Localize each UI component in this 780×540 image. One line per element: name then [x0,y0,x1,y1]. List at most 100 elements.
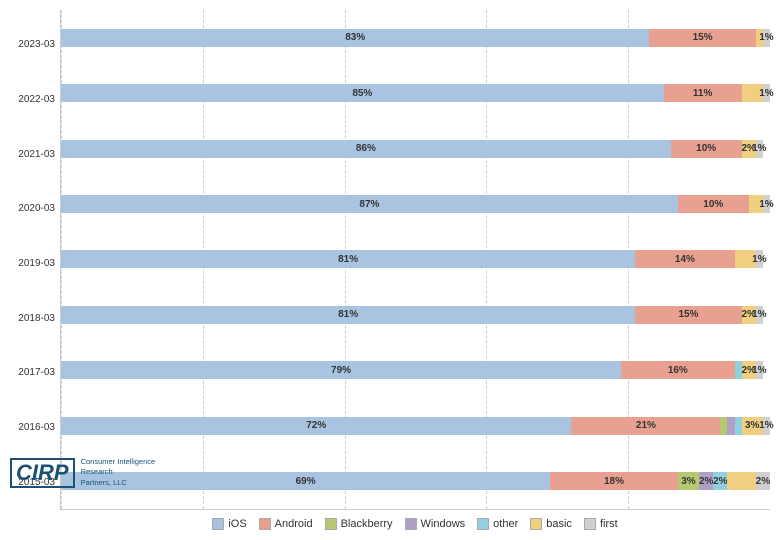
segment-first-2021-03: 1% [756,140,763,158]
seg-label-ios-2019-03: 81% [338,254,358,265]
bar-row-2021-03: 86%10%2%1% [61,138,770,160]
legend-swatch-other [477,518,489,530]
legend-label-ios: iOS [228,518,246,530]
chart-container: 2023-032022-032021-032020-032019-032018-… [0,0,780,540]
seg-label-android-2019-03: 14% [675,254,695,265]
bar-row-2018-03: 81%15%2%1% [61,304,770,326]
seg-label-windows-2015-03: 2% [699,476,713,487]
y-label-2021-03: 2021-03 [5,150,55,160]
segment-basic-2015-03 [727,472,755,490]
seg-label-android-2020-03: 10% [703,199,723,210]
y-label-2016-03: 2016-03 [5,423,55,433]
segment-first-2023-03: 1% [763,29,770,47]
legend-item-windows: Windows [405,518,466,530]
segment-first-2022-03: 1% [763,84,770,102]
legend-swatch-windows [405,518,417,530]
seg-label-ios-2020-03: 87% [359,199,379,210]
legend-label-other: other [493,518,518,530]
segment-windows-2016-03 [727,417,734,435]
segment-android-2017-03: 16% [621,361,734,379]
seg-label-first-2021-03: 1% [752,143,766,154]
segment-ios-2016-03: 72% [61,417,571,435]
legend-label-android: Android [275,518,313,530]
segment-first-2017-03: 1% [756,361,763,379]
seg-label-first-2020-03: 1% [759,199,773,210]
bar-row-2019-03: 81% 14% 1% [61,248,770,270]
segment-first-2015-03: 2% [756,472,770,490]
seg-label-first-2022-03: 1% [759,88,773,99]
bar-row-2015-03: 69%18%3%2%2%2% [61,470,770,492]
bars-area: 83% 15% 1% 85% 11% 1% 86% 10% 2% 1% 87% 10% 1% 81% 14%… [60,10,770,510]
seg-label-ios-2021-03: 86% [356,143,376,154]
segment-android-2020-03: 10% [678,195,749,213]
segment-ios-2022-03: 85% [61,84,664,102]
seg-label-ios-2022-03: 85% [352,88,372,99]
y-label-2023-03: 2023-03 [5,40,55,50]
legend-item-other: other [477,518,518,530]
legend-item-basic: basic [530,518,572,530]
segment-ios-2021-03: 86% [61,140,671,158]
segment-ios-2023-03: 83% [61,29,649,47]
seg-label-blackberry-2015-03: 3% [681,476,695,487]
seg-label-android-2021-03: 10% [696,143,716,154]
segment-android-2023-03: 15% [649,29,755,47]
segment-blackberry-2015-03: 3% [678,472,699,490]
y-label-2019-03: 2019-03 [5,259,55,269]
branding: CIRPConsumer IntelligenceResearchPartner… [10,457,155,489]
bar-row-2023-03: 83% 15% 1% [61,27,770,49]
legend-label-first: first [600,518,618,530]
segment-android-2015-03: 18% [550,472,678,490]
seg-label-android-2022-03: 11% [693,88,712,99]
legend-label-basic: basic [546,518,572,530]
legend-label-blackberry: Blackberry [341,518,393,530]
cirp-tagline: Consumer IntelligenceResearchPartners, L… [81,457,156,489]
segment-first-2016-03: 1% [763,417,770,435]
segment-android-2019-03: 14% [635,250,734,268]
legend-swatch-basic [530,518,542,530]
seg-label-first-2019-03: 1% [752,254,766,265]
segment-ios-2017-03: 79% [61,361,621,379]
seg-label-android-2016-03: 21% [636,420,656,431]
legend-item-blackberry: Blackberry [325,518,393,530]
segment-ios-2019-03: 81% [61,250,635,268]
seg-label-android-2015-03: 18% [604,476,624,487]
segment-android-2016-03: 21% [571,417,720,435]
legend-swatch-first [584,518,596,530]
seg-label-first-2015-03: 2% [756,476,770,487]
seg-label-android-2018-03: 15% [678,309,698,320]
y-label-2022-03: 2022-03 [5,95,55,105]
seg-label-first-2017-03: 1% [752,365,766,376]
seg-label-ios-2023-03: 83% [345,32,365,43]
seg-label-ios-2016-03: 72% [306,420,326,431]
legend-swatch-android [259,518,271,530]
segment-windows-2015-03: 2% [699,472,713,490]
legend-item-first: first [584,518,618,530]
segment-android-2021-03: 10% [671,140,742,158]
seg-label-android-2017-03: 16% [668,365,688,376]
bar-row-2020-03: 87% 10% 1% [61,193,770,215]
segment-ios-2020-03: 87% [61,195,678,213]
segment-first-2020-03: 1% [763,195,770,213]
segment-first-2018-03: 1% [756,306,763,324]
legend-item-android: Android [259,518,313,530]
legend-label-windows: Windows [421,518,466,530]
bar-row-2016-03: 72%21%3%1% [61,415,770,437]
seg-label-basic-2016-03: 3% [745,420,759,431]
cirp-logo: CIRP [10,458,75,488]
y-label-2018-03: 2018-03 [5,314,55,324]
segment-blackberry-2016-03 [720,417,727,435]
legend-swatch-ios [212,518,224,530]
segment-other-2015-03: 2% [713,472,727,490]
y-axis: 2023-032022-032021-032020-032019-032018-… [5,10,60,510]
segment-android-2018-03: 15% [635,306,741,324]
seg-label-ios-2018-03: 81% [338,309,358,320]
segment-ios-2018-03: 81% [61,306,635,324]
legend-item-ios: iOS [212,518,246,530]
segment-first-2019-03: 1% [756,250,763,268]
seg-label-ios-2017-03: 79% [331,365,351,376]
seg-label-first-2016-03: 1% [759,420,773,431]
seg-label-first-2018-03: 1% [752,309,766,320]
bar-row-2022-03: 85% 11% 1% [61,82,770,104]
seg-label-first-2023-03: 1% [759,32,773,43]
bar-row-2017-03: 79%16%2%1% [61,359,770,381]
